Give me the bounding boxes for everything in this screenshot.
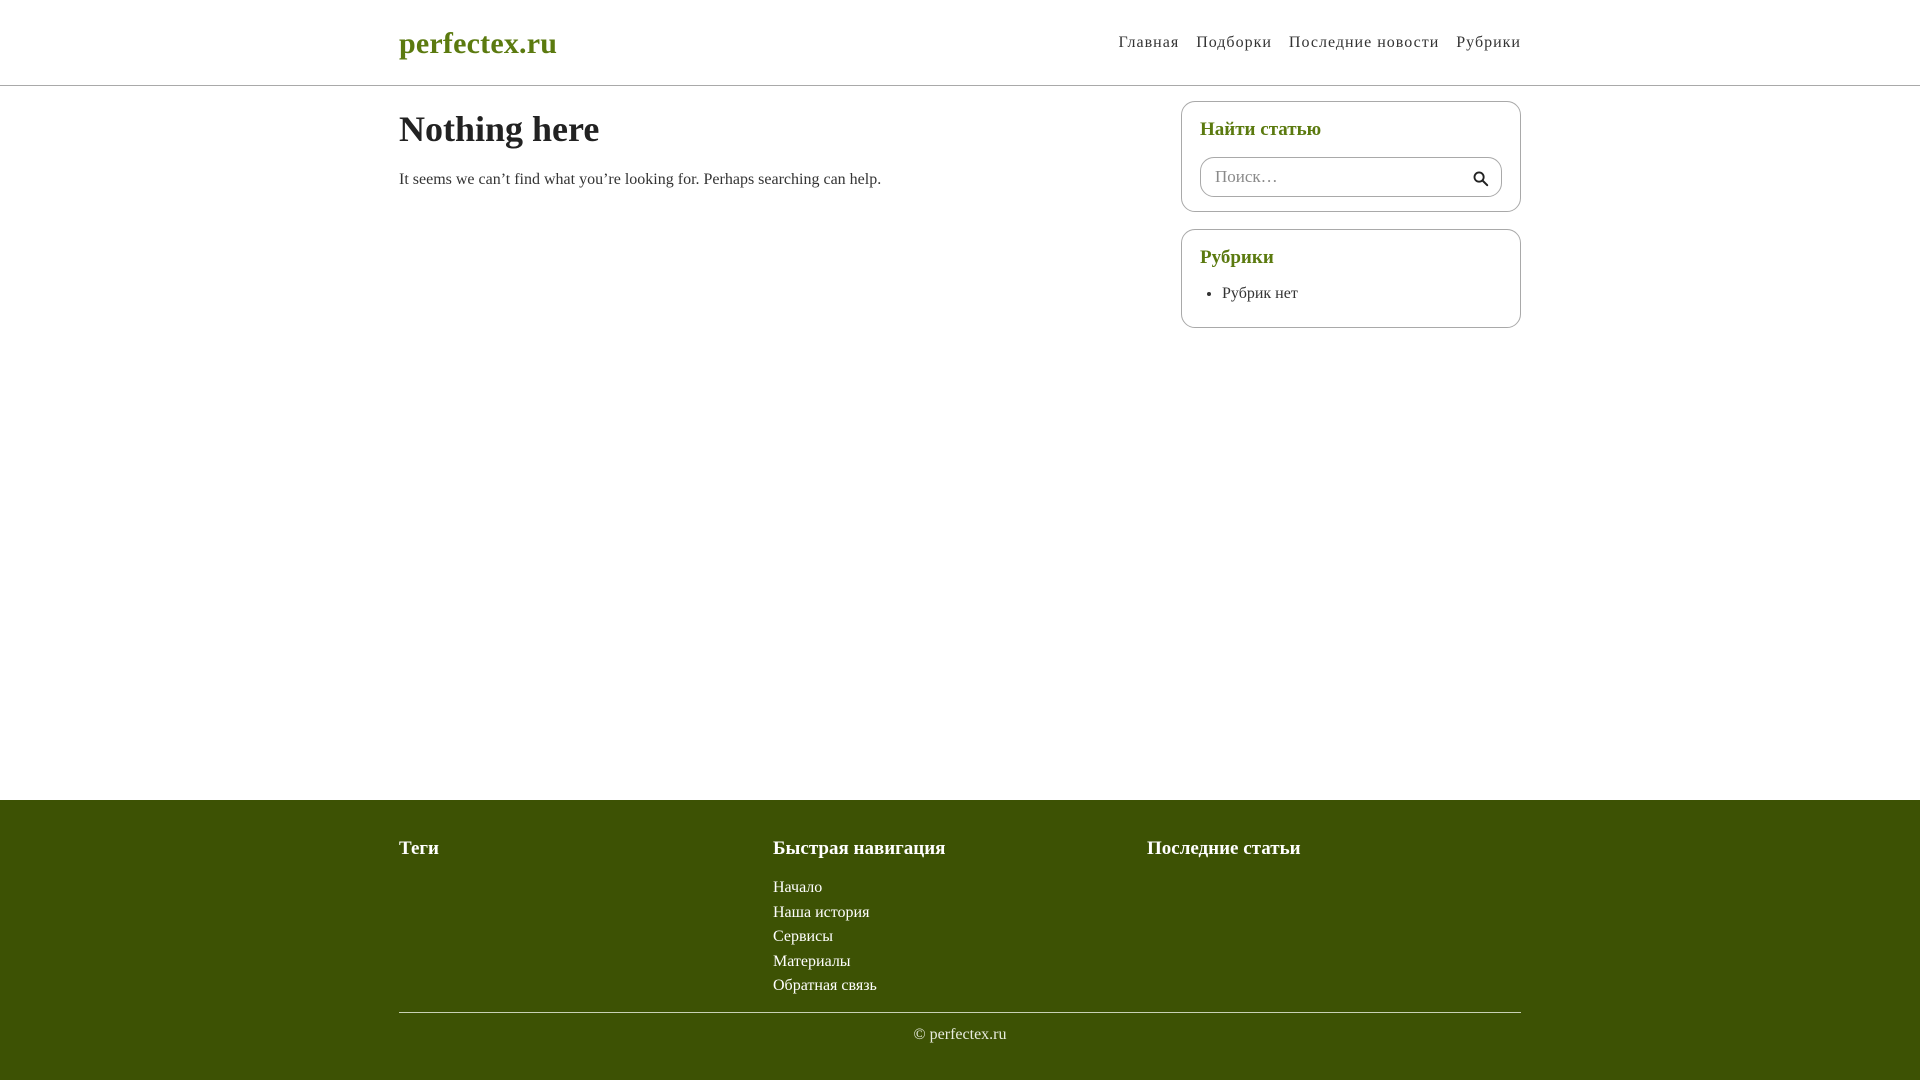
footer-columns: Теги Быстрая навигация Начало Наша истор… [399, 800, 1521, 1012]
footer-link-history[interactable]: Наша история [773, 904, 869, 921]
categories-widget-title: Рубрики [1200, 247, 1274, 268]
page-title: Nothing here [399, 109, 600, 149]
list-item: Материалы [773, 950, 1147, 975]
footer-link-start[interactable]: Начало [773, 879, 822, 896]
site-logo[interactable]: perfectex.ru [399, 27, 557, 61]
site-footer: Теги Быстрая навигация Начало Наша истор… [0, 800, 1920, 1080]
footer-nav-list: Начало Наша история Сервисы Материалы Об… [773, 876, 1147, 999]
footer-link-services[interactable]: Сервисы [773, 928, 833, 945]
not-found-message: It seems we can’t find what you’re looki… [399, 171, 882, 189]
footer-nav-title: Быстрая навигация [773, 838, 946, 859]
footer-link-feedback[interactable]: Обратная связь [773, 977, 877, 994]
footer-recent-column: Последние статьи [1147, 838, 1521, 1012]
list-item: Начало [773, 876, 1147, 901]
list-item: Наша история [773, 901, 1147, 926]
search-widget: Найти статью [1181, 101, 1521, 212]
categories-widget: Рубрики Рубрик нет [1181, 229, 1521, 328]
main-nav: Главная Подборки Последние новости Рубри… [1101, 34, 1521, 52]
nav-item-home[interactable]: Главная [1118, 34, 1179, 52]
footer-tags-title: Теги [399, 838, 439, 859]
search-box [1200, 157, 1502, 197]
copyright: © perfectex.ru [913, 1026, 1007, 1043]
search-icon [1473, 171, 1488, 186]
content: Nothing here It seems we can’t find what… [399, 86, 1139, 345]
list-item: Обратная связь [773, 974, 1147, 999]
footer-tags-column: Теги [399, 838, 773, 1012]
search-input[interactable] [1201, 158, 1501, 196]
nav-item-latest-news[interactable]: Последние новости [1289, 34, 1439, 52]
nav-item-categories[interactable]: Рубрики [1456, 34, 1521, 52]
footer-recent-title: Последние статьи [1147, 838, 1301, 859]
list-item: Рубрик нет [1222, 285, 1502, 303]
footer-nav-column: Быстрая навигация Начало Наша история Се… [773, 838, 1147, 1012]
list-item: Сервисы [773, 925, 1147, 950]
footer-link-materials[interactable]: Материалы [773, 953, 851, 970]
main-area: Nothing here It seems we can’t find what… [0, 86, 1920, 800]
site-header: perfectex.ru Главная Подборки Последние … [0, 0, 1920, 86]
search-button[interactable] [1469, 167, 1491, 189]
categories-list: Рубрик нет [1200, 285, 1502, 303]
nav-item-collections[interactable]: Подборки [1196, 34, 1272, 52]
search-widget-title: Найти статью [1200, 119, 1322, 140]
sidebar: Найти статью Рубрики Рубрик нет [1181, 86, 1521, 345]
